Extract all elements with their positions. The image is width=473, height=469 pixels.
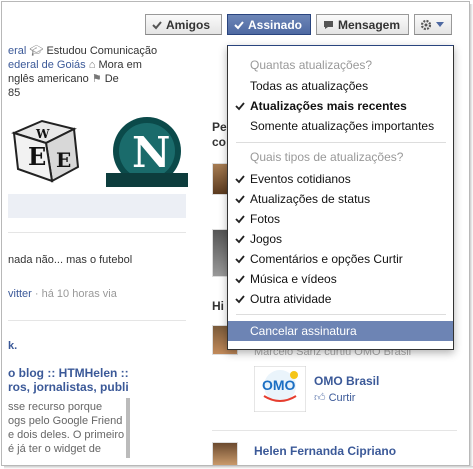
check-icon [235,275,245,284]
omo-brasil-logo[interactable]: OMO [254,366,306,412]
person-name-link[interactable]: Helen Fernanda Cipriano [254,444,396,458]
right-heading-2: Hi [212,299,224,313]
menu-item-label: Atualizações mais recentes [250,99,407,113]
check-icon [234,20,244,29]
menu-divider [236,142,446,143]
menu-item-label: Comentários e opções Curtir [250,252,403,266]
message-icon [324,20,333,29]
mensagem-button[interactable]: Mensagem [316,14,409,35]
right-heading-1b: co [212,135,227,149]
blog-desc-line2: ogs pelo Google Friend [8,415,123,427]
profile-info-line2: ederal de Goiás ⌂ Mora em [8,58,142,72]
home-icon: ⌂ [88,59,96,71]
menu-item-label: Atualizações de status [250,192,371,206]
svg-text:N: N [132,128,170,177]
profile-info-line1: eral 🎓︎ Estudou Comunicação [8,44,157,58]
svg-text:W: W [35,127,50,141]
menu-item-life-events[interactable]: Eventos cotidianos [228,169,453,189]
friend-avatar[interactable] [212,163,228,195]
chevron-down-icon [436,21,444,27]
right-heading-1a: Pe [212,120,227,134]
blog-label[interactable]: k. [8,339,17,353]
divider [8,232,186,233]
workplace-link[interactable]: eral [8,45,26,57]
university-link[interactable]: ederal de Goiás [8,59,86,71]
netscape-logo-image[interactable]: N [106,115,188,187]
menu-item-label: Fotos [250,212,281,226]
like-label: Curtir [328,392,356,404]
post-time: há 10 horas via [41,288,117,300]
section-header-how-many: Quantas atualizações? [250,58,373,72]
location-icon: ⚑ [91,73,102,85]
svg-text:E: E [56,148,71,172]
menu-item-label: Eventos cotidianos [250,172,351,186]
via-link[interactable]: vitter [8,288,32,300]
menu-item-status-updates[interactable]: Atualizações de status [228,189,453,209]
section-header-which-types: Quais tipos de atualizações? [250,150,404,164]
check-icon [235,102,245,111]
menu-item-all-updates[interactable]: Todas as atualizações [228,76,453,96]
user-avatar[interactable] [212,442,238,465]
mensagem-label: Mensagem [338,17,401,32]
thumbs-up-icon: 👍︎ [314,392,326,404]
education-icon: 🎓︎ [29,45,44,57]
menu-item-photos[interactable]: Fotos [228,209,453,229]
menu-item-label: Outra atividade [250,292,332,306]
page-name-link[interactable]: OMO Brasil [314,374,379,388]
menu-item-important-only[interactable]: Somente atualizações importantes [228,116,453,136]
check-icon [152,20,162,29]
cancel-subscription-item[interactable]: Cancelar assinatura [228,321,453,341]
menu-item-label: Todas as atualizações [250,79,369,93]
amigos-label: Amigos [166,17,211,32]
divider [212,430,457,431]
blog-scrollbar[interactable] [126,398,130,458]
check-icon [235,215,245,224]
check-icon [235,255,245,264]
blog-desc-line3: e dois deles. O primeiro [8,429,125,441]
assinado-button[interactable]: Assinado [227,14,311,35]
menu-item-games[interactable]: Jogos [228,229,453,249]
settings-menu-button[interactable] [414,14,452,35]
menu-item-music-videos[interactable]: Música e vídeos [228,269,453,289]
menu-item-label: Somente atualizações importantes [250,119,435,133]
dot-separator: · [34,288,39,300]
from-text: De [104,73,119,85]
post-text: nada não... mas o futebol [8,254,133,266]
blog-title-line2[interactable]: ros, jornalistas, publi [8,380,129,394]
birth-year-text: 85 [8,87,21,99]
menu-item-comments-likes[interactable]: Comentários e opções Curtir [228,249,453,269]
like-button[interactable]: 👍︎ Curtir [314,391,355,404]
language-text: nglês americano [8,73,89,85]
check-icon [235,175,245,184]
screenshot-frame: Amigos Assinado Mensagem eral 🎓︎ Estudou… [1,1,470,466]
letter-cube-image[interactable]: E E W [8,115,88,185]
blog-desc-line1: sse recurso porque [8,401,103,413]
menu-item-label: Música e vídeos [250,272,337,286]
blog-title-line1[interactable]: o blog :: HTMHelen :: [8,366,129,380]
menu-item-most-recent[interactable]: Atualizações mais recentes [228,96,453,116]
menu-item-label: Jogos [250,232,283,246]
gear-icon [420,19,432,30]
subscription-dropdown-menu: Quantas atualizações? Todas as atualizaç… [227,45,454,350]
check-icon [235,235,245,244]
comment-box[interactable] [8,194,186,218]
svg-text:OMO: OMO [262,377,296,393]
menu-divider [236,314,446,315]
friend-avatar[interactable] [212,229,228,277]
svg-text:E: E [28,142,46,171]
post-meta: vitter · há 10 horas via [8,287,117,301]
assinado-label: Assinado [248,17,303,32]
blog-desc-line4: é já ter o widget de [8,443,101,455]
check-icon [235,295,245,304]
profile-info-line3: nglês americano ⚑ De [8,72,119,86]
divider [8,320,186,321]
cancel-subscription-label: Cancelar assinatura [250,324,357,338]
education-text: Estudou Comunicação [46,45,158,57]
amigos-button[interactable]: Amigos [145,14,222,35]
check-icon [235,195,245,204]
lives-in-text: Mora em [98,59,142,71]
menu-item-other-activity[interactable]: Outra atividade [228,289,453,309]
